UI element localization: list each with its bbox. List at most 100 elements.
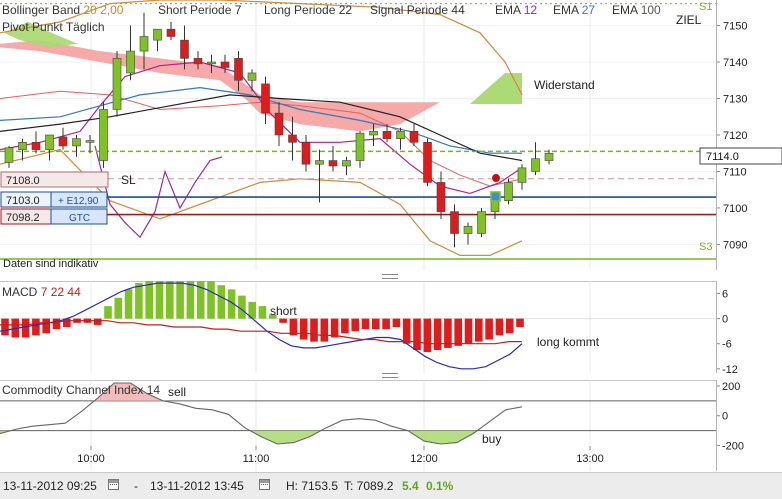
macd-bar-2 bbox=[21, 318, 30, 338]
xtick-label-2: 12:00 bbox=[410, 453, 438, 465]
candle-body-7 bbox=[99, 109, 108, 161]
macd-bar-10 bbox=[104, 306, 112, 319]
candle-body-5 bbox=[72, 138, 81, 147]
footer-dash: - bbox=[134, 479, 138, 493]
macd-bar-21 bbox=[217, 285, 226, 319]
candle-body-22 bbox=[301, 141, 311, 165]
candle-body-34 bbox=[463, 225, 473, 234]
price-ytick-label-7100: 7100 bbox=[723, 203, 747, 215]
macd-ytick-label--12: -12 bbox=[722, 364, 738, 373]
candle-body-4 bbox=[58, 136, 68, 147]
candle-body-31 bbox=[423, 141, 432, 183]
footer-to-date: 13-11-2012 13:45 bbox=[150, 479, 244, 493]
candle-body-26 bbox=[355, 132, 365, 161]
label-indikativ: Daten sind indikativ bbox=[3, 258, 99, 270]
macd-bar-47 bbox=[485, 318, 493, 340]
label-ziel: ZIEL bbox=[676, 13, 702, 27]
cci-ytick-label--200: -200 bbox=[722, 441, 744, 453]
macd-bar-46 bbox=[475, 318, 483, 342]
macd-bar-25 bbox=[258, 306, 267, 319]
order-stop-box[interactable]: 7098.2 GTC bbox=[0, 208, 108, 225]
macd-bar-30 bbox=[310, 318, 318, 342]
order-entry-pnl: + E12,90 bbox=[58, 196, 99, 207]
candle-body-12 bbox=[166, 28, 176, 37]
macd-bar-27 bbox=[279, 318, 287, 323]
footer-high: H: 7153.5 bbox=[286, 479, 339, 493]
candle-body-8 bbox=[112, 58, 122, 110]
price-ytick-label-7090: 7090 bbox=[723, 239, 747, 251]
order-sl-price: 7108.0 bbox=[6, 175, 40, 187]
candle-body-32 bbox=[436, 182, 446, 212]
xtick-label-3: 13:00 bbox=[576, 453, 604, 465]
macd-bar-35 bbox=[361, 318, 370, 330]
candle-body-38 bbox=[517, 167, 527, 183]
candle-body-35 bbox=[477, 211, 486, 234]
macd-bar-44 bbox=[454, 318, 462, 346]
order-entry-box[interactable]: 7103.0 + E12,90 bbox=[0, 191, 108, 208]
macd-bar-41 bbox=[423, 318, 432, 353]
macd-bar-16 bbox=[166, 281, 174, 319]
order-marker-entry bbox=[490, 191, 501, 202]
footer-from-date: 13-11-2012 09:25 bbox=[3, 479, 97, 493]
candle-body-1 bbox=[18, 141, 27, 150]
candle-body-2 bbox=[31, 141, 41, 150]
chart-window: 7090 7100 7110 7120 7130 7140 7150 Bollinger B… bbox=[0, 0, 782, 499]
candle-body-29 bbox=[396, 131, 405, 139]
candle-body-3 bbox=[45, 134, 54, 150]
candle-body-9 bbox=[126, 50, 135, 74]
candle-body-25 bbox=[342, 160, 351, 167]
macd-bar-45 bbox=[464, 318, 473, 344]
order-entry-price: 7103.0 bbox=[6, 195, 40, 207]
label-sell: sell bbox=[168, 385, 186, 399]
legend-ema12: EMA 12 bbox=[495, 3, 537, 17]
legend-long-periode: Long Periode 22 bbox=[264, 3, 352, 17]
divider-grip-cci[interactable] bbox=[382, 373, 398, 378]
order-stop-price: 7098.2 bbox=[6, 212, 40, 224]
label-buy: buy bbox=[482, 432, 501, 446]
legend-pivot: Pivot Punkt Täglich bbox=[2, 20, 105, 34]
label-long-kommt: long kommt bbox=[537, 335, 600, 349]
price-ytick-label-7150: 7150 bbox=[723, 21, 747, 33]
macd-bar-42 bbox=[433, 318, 442, 350]
macd-bar-12 bbox=[124, 289, 133, 319]
macd-bar-5 bbox=[52, 318, 61, 330]
candle-body-33 bbox=[450, 211, 459, 234]
macd-ytick-label-0: 0 bbox=[722, 314, 728, 326]
footer-change-pct: 0.1% bbox=[426, 479, 454, 493]
macd-bar-4 bbox=[42, 318, 50, 334]
candle-body-19 bbox=[261, 83, 270, 114]
footer-low: T: 7089.2 bbox=[344, 479, 394, 493]
candle-body-40 bbox=[544, 152, 554, 161]
candle-body-15 bbox=[207, 61, 216, 65]
macd-ytick-label--6: -6 bbox=[722, 339, 732, 351]
macd-bar-33 bbox=[341, 318, 349, 334]
legend-ema27: EMA 27 bbox=[553, 3, 595, 17]
candle-body-36 bbox=[490, 200, 500, 212]
candle-body-28 bbox=[382, 131, 392, 139]
calendar-to-icon[interactable] bbox=[259, 479, 270, 490]
macd-bar-34 bbox=[351, 318, 359, 332]
macd-bar-11 bbox=[114, 297, 123, 319]
cci-ytick-label-200: 200 bbox=[722, 381, 740, 393]
candle-body-37 bbox=[504, 182, 513, 201]
candle-body-23 bbox=[315, 160, 324, 165]
candle-body-30 bbox=[409, 131, 419, 143]
xtick-label-0: 10:00 bbox=[77, 453, 105, 465]
macd-bar-36 bbox=[372, 318, 380, 330]
macd-bar-50 bbox=[516, 318, 524, 327]
price-ytick-label-7110: 7110 bbox=[723, 166, 747, 178]
macd-bar-3 bbox=[32, 318, 40, 336]
candle-body-18 bbox=[247, 72, 257, 81]
candle-body-14 bbox=[193, 58, 203, 65]
macd-bar-29 bbox=[299, 318, 308, 340]
candle-body-10 bbox=[139, 36, 149, 52]
order-sl-box[interactable]: 7108.0 bbox=[0, 171, 109, 188]
macd-title: MACD 7 22 44 bbox=[2, 285, 81, 299]
macd-bar-18 bbox=[186, 281, 195, 319]
calendar-from-icon[interactable] bbox=[108, 479, 119, 490]
macd-bar-32 bbox=[330, 318, 339, 338]
macd-bar-39 bbox=[402, 318, 411, 344]
macd-bar-37 bbox=[382, 318, 390, 330]
divider-grip-macd[interactable] bbox=[382, 274, 398, 279]
macd-bar-20 bbox=[207, 281, 215, 319]
